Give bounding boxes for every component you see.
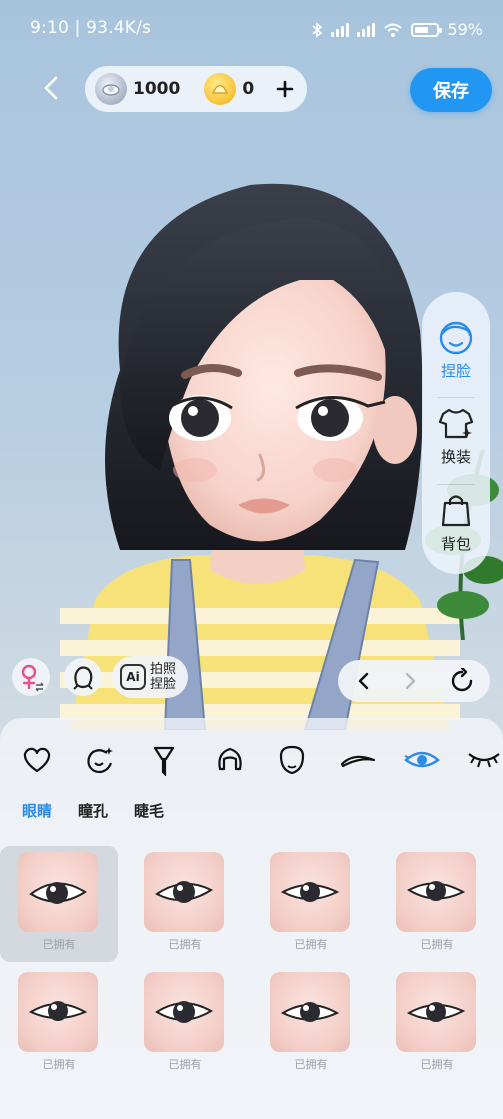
female-swap-icon bbox=[21, 664, 44, 692]
head-outline-icon bbox=[73, 666, 93, 690]
owned-label: 已拥有 bbox=[294, 1058, 328, 1071]
eye-style-thumbnail bbox=[144, 852, 224, 932]
eye-style-thumbnail bbox=[18, 972, 98, 1052]
eye-style-thumbnail bbox=[396, 972, 476, 1052]
owned-label: 已拥有 bbox=[168, 1058, 202, 1071]
battery-percent: 59% bbox=[447, 20, 483, 39]
owned-label: 已拥有 bbox=[42, 1058, 76, 1071]
eye-style-thumbnail bbox=[270, 852, 350, 932]
face-outline-icon bbox=[279, 745, 305, 775]
bottom-panel: 眼睛 瞳孔 睫毛 已拥有 已拥有 已拥有 已拥有 已拥有 已拥有 已拥有 已拥有 bbox=[0, 718, 503, 1119]
owned-label: 已拥有 bbox=[42, 938, 76, 951]
bluetooth-icon bbox=[312, 21, 323, 38]
owned-label: 已拥有 bbox=[294, 938, 328, 951]
side-item-face[interactable]: 捏脸 bbox=[422, 318, 490, 401]
side-item-label-face: 捏脸 bbox=[440, 362, 471, 380]
side-item-outfit[interactable]: 换装 bbox=[422, 404, 490, 487]
category-heart[interactable] bbox=[15, 738, 59, 782]
brush-icon bbox=[153, 746, 175, 776]
category-eye[interactable] bbox=[400, 738, 444, 782]
status-time-speed: 9:10 | 93.4K/s bbox=[30, 18, 152, 38]
signal-icon-2 bbox=[357, 22, 376, 37]
gold-coin-icon bbox=[204, 73, 237, 105]
category-row bbox=[0, 738, 503, 784]
outfit-icon bbox=[438, 409, 474, 439]
sub-tabs: 眼睛 瞳孔 睫毛 bbox=[22, 800, 164, 821]
photo-face-label: 拍照捏脸 bbox=[150, 662, 177, 692]
side-menu: 捏脸 换装 背包 bbox=[422, 292, 490, 574]
bag-icon bbox=[441, 495, 471, 526]
eye-style-thumbnail bbox=[144, 972, 224, 1052]
photo-face-button[interactable]: Ai 拍照捏脸 bbox=[112, 656, 188, 698]
eye-style-item[interactable]: 已拥有 bbox=[252, 966, 370, 1082]
status-icons: 59% bbox=[311, 20, 483, 39]
eye-style-thumbnail bbox=[270, 972, 350, 1052]
category-eyelash[interactable] bbox=[462, 738, 503, 782]
save-button[interactable]: 保存 bbox=[410, 68, 492, 112]
eye-style-item[interactable]: 已拥有 bbox=[378, 966, 496, 1082]
eye-style-item[interactable]: 已拥有 bbox=[252, 846, 370, 962]
eye-style-item[interactable]: 已拥有 bbox=[0, 846, 118, 962]
back-button[interactable] bbox=[36, 70, 68, 106]
tab-pupil[interactable]: 瞳孔 bbox=[78, 800, 108, 821]
category-face-outline[interactable] bbox=[270, 738, 314, 782]
owned-label: 已拥有 bbox=[420, 938, 454, 951]
eye-style-item[interactable]: 已拥有 bbox=[126, 966, 244, 1082]
eye-style-item[interactable]: 已拥有 bbox=[126, 846, 244, 962]
undo-button[interactable] bbox=[350, 667, 378, 695]
category-face-sparkle[interactable] bbox=[78, 738, 122, 782]
plus-icon bbox=[276, 80, 294, 98]
chevron-left-icon bbox=[44, 76, 58, 100]
redo-button[interactable] bbox=[396, 667, 424, 695]
tab-eyes[interactable]: 眼睛 bbox=[22, 800, 52, 821]
add-coin-button[interactable] bbox=[273, 77, 297, 101]
category-hair[interactable] bbox=[208, 738, 252, 782]
signal-icon bbox=[331, 22, 350, 37]
face-sparkle-icon bbox=[87, 747, 113, 774]
undo-redo-bar bbox=[338, 660, 490, 702]
currency-pill: 1000 0 bbox=[85, 66, 307, 112]
silver-coin-icon bbox=[95, 73, 127, 105]
eye-style-item[interactable]: 已拥有 bbox=[0, 966, 118, 1082]
category-brush[interactable] bbox=[142, 738, 186, 782]
owned-label: 已拥有 bbox=[420, 1058, 454, 1071]
owned-label: 已拥有 bbox=[168, 938, 202, 951]
side-item-label-bag: 背包 bbox=[440, 534, 471, 553]
category-eyebrow[interactable] bbox=[336, 738, 380, 782]
face-icon bbox=[439, 321, 473, 355]
side-item-label-outfit: 换装 bbox=[440, 448, 471, 467]
tab-eyelash[interactable]: 睫毛 bbox=[134, 800, 164, 821]
wifi-icon bbox=[384, 23, 403, 37]
eye-style-thumbnail bbox=[396, 852, 476, 932]
reset-button[interactable] bbox=[448, 667, 476, 695]
eye-style-thumbnail bbox=[18, 852, 98, 932]
chevron-right-icon bbox=[405, 672, 416, 690]
gender-switch-button[interactable] bbox=[12, 658, 50, 696]
chevron-left-icon bbox=[358, 672, 369, 690]
reset-icon bbox=[451, 668, 473, 692]
gold-amount: 0 bbox=[242, 79, 255, 99]
heart-icon bbox=[23, 747, 51, 773]
eyelash-icon bbox=[468, 753, 500, 768]
hair-icon bbox=[218, 747, 242, 771]
side-item-bag[interactable]: 背包 bbox=[422, 491, 490, 574]
ai-icon: Ai bbox=[120, 664, 146, 690]
eye-style-item[interactable]: 已拥有 bbox=[378, 846, 496, 962]
eyebrow-icon bbox=[340, 755, 376, 768]
face-shape-button[interactable] bbox=[64, 658, 102, 696]
silver-amount: 1000 bbox=[133, 79, 181, 99]
eye-icon bbox=[404, 751, 440, 768]
battery-icon bbox=[411, 22, 443, 37]
status-bar: 9:10 | 93.4K/s 59% bbox=[0, 0, 503, 56]
